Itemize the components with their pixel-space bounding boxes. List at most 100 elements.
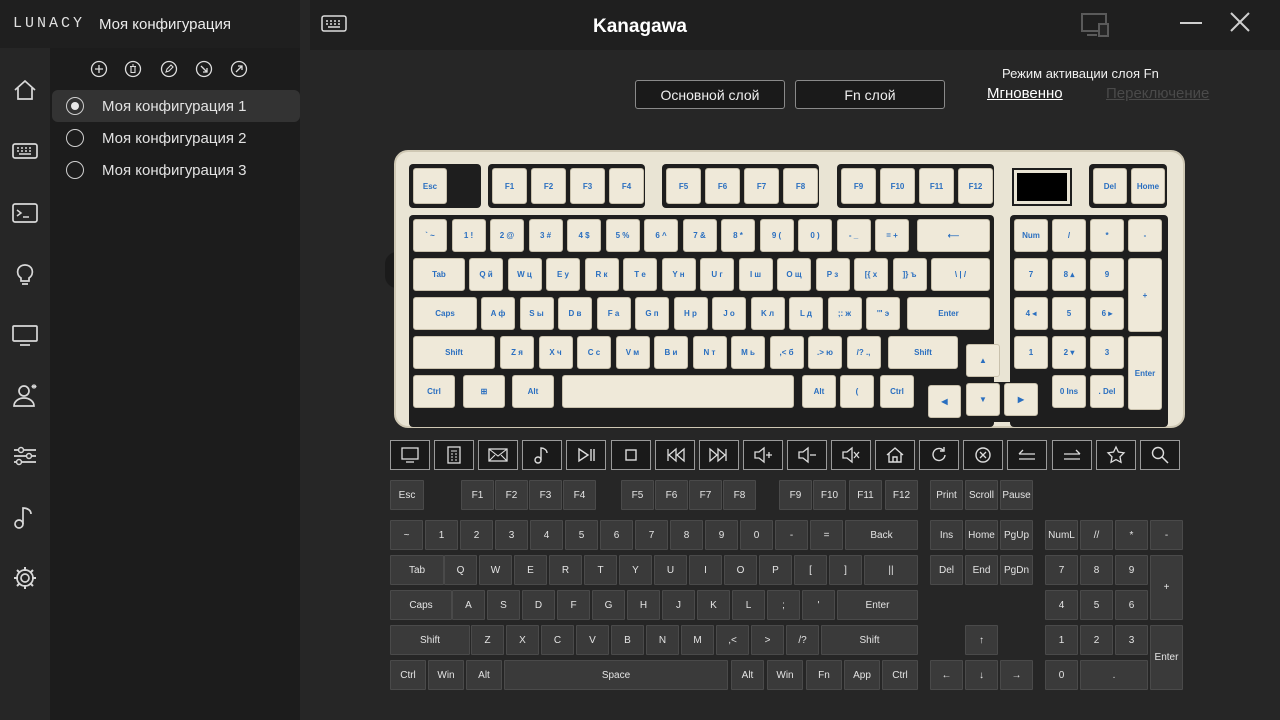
virtual-key[interactable]: 5 [1052,297,1086,330]
standard-key[interactable]: Win [428,660,464,690]
virtual-key[interactable]: Q й [469,258,503,291]
virtual-key[interactable]: M ь [731,336,765,369]
gear-icon[interactable] [10,563,40,593]
standard-key[interactable]: ~ [390,520,423,550]
virtual-key[interactable]: Alt [512,375,554,408]
export-config-icon[interactable] [230,60,248,78]
standard-key[interactable]: ' [802,590,835,620]
standard-key[interactable]: F2 [495,480,528,510]
virtual-key[interactable]: V м [615,336,650,369]
virtual-key[interactable]: L д [789,297,823,330]
virtual-key[interactable]: 9 ( [759,219,794,252]
standard-key[interactable]: 6 [600,520,633,550]
virtual-key[interactable]: 2 @ [490,219,524,252]
virtual-key[interactable]: I ш [738,258,773,291]
standard-key[interactable]: 9 [1115,555,1148,585]
standard-key[interactable]: PgUp [1000,520,1033,550]
standard-key[interactable]: ] [829,555,862,585]
home-icon[interactable] [875,440,916,470]
standard-key[interactable]: NumL [1045,520,1078,550]
standard-key[interactable]: ← [930,660,963,690]
virtual-key[interactable]: 3 # [528,219,563,252]
standard-key[interactable]: F3 [529,480,562,510]
virtual-key[interactable]: = + [875,219,909,252]
standard-key[interactable]: F6 [655,480,688,510]
standard-key[interactable]: Esc [390,480,424,510]
virtual-key[interactable]: 3 [1090,336,1124,369]
standard-key[interactable]: Back [845,520,918,550]
virtual-key[interactable]: F а [596,297,631,330]
standard-key[interactable]: Enter [837,590,918,620]
standard-key[interactable]: F10 [813,480,846,510]
standard-key[interactable]: + [1150,555,1183,620]
delete-config-icon[interactable] [124,60,142,78]
play-pause-icon[interactable] [566,440,607,470]
forward-icon[interactable] [1051,440,1092,470]
standard-key[interactable]: End [965,555,998,585]
volume-down-icon[interactable] [786,440,827,470]
standard-key[interactable]: 5 [565,520,598,550]
config-item[interactable]: Моя конфигурация 3 [52,154,300,186]
minimize-button[interactable] [1180,22,1202,24]
virtual-key[interactable]: F6 [705,168,740,204]
virtual-key[interactable]: ⟵ [917,219,990,252]
volume-up-icon[interactable] [742,440,783,470]
virtual-key[interactable]: '" э [866,297,900,330]
standard-key[interactable]: // [1080,520,1113,550]
standard-key[interactable]: 5 [1080,590,1113,620]
virtual-key[interactable]: B и [654,336,688,369]
base-layer-button[interactable]: Основной слой [635,80,785,109]
config-radio[interactable] [66,161,84,179]
standard-key[interactable]: K [697,590,730,620]
virtual-key[interactable]: /? ., [846,336,881,369]
virtual-key[interactable]: F7 [744,168,779,204]
virtual-key[interactable]: S ы [519,297,554,330]
virtual-key[interactable]: D в [558,297,592,330]
virtual-key[interactable]: Y н [661,258,696,291]
virtual-key[interactable]: \ | / [931,258,990,291]
standard-key[interactable]: F4 [563,480,596,510]
virtual-key[interactable]: Enter [1128,336,1162,410]
standard-key[interactable]: 3 [1115,625,1148,655]
standard-key[interactable]: L [732,590,765,620]
add-config-icon[interactable] [90,60,108,78]
music-note-icon[interactable] [522,440,563,470]
virtual-key[interactable]: 4 $ [567,219,601,252]
standard-key[interactable]: ↓ [965,660,998,690]
standard-key[interactable]: Ins [930,520,963,550]
standard-key[interactable]: 8 [670,520,703,550]
virtual-key[interactable]: Shift [888,336,958,369]
device-monitor-icon[interactable] [1081,12,1111,38]
standard-key[interactable]: F [557,590,590,620]
standard-key[interactable]: G [592,590,625,620]
virtual-key[interactable]: .> ю [808,336,842,369]
standard-key[interactable]: F7 [689,480,722,510]
standard-key[interactable]: Pause [1000,480,1033,510]
standard-key[interactable]: T [584,555,617,585]
standard-key[interactable]: Print [930,480,963,510]
virtual-key[interactable]: [{ х [854,258,888,291]
monitor-icon[interactable] [390,440,430,470]
virtual-key[interactable]: 2 ▾ [1052,336,1086,369]
virtual-key[interactable]: Num [1014,219,1048,252]
virtual-key[interactable]: 1 ! [451,219,486,252]
standard-key[interactable]: 4 [1045,590,1078,620]
virtual-key[interactable]: Tab [413,258,465,291]
standard-key[interactable]: 1 [1045,625,1078,655]
standard-key[interactable]: Alt [731,660,764,690]
standard-key[interactable]: - [775,520,808,550]
refresh-icon[interactable] [919,440,960,470]
standard-key[interactable]: O [724,555,757,585]
standard-key[interactable]: 0 [740,520,773,550]
virtual-key[interactable]: C с [577,336,611,369]
standard-key[interactable]: Caps [390,590,452,620]
standard-key[interactable]: Shift [821,625,918,655]
virtual-key[interactable]: Shift [413,336,495,369]
standard-key[interactable]: X [506,625,539,655]
virtual-key[interactable]: Ctrl [413,375,455,408]
standard-key[interactable]: F9 [779,480,812,510]
standard-key[interactable]: PgDn [1000,555,1033,585]
standard-key[interactable]: Scroll [965,480,998,510]
standard-key[interactable]: D [522,590,555,620]
standard-key[interactable]: Ctrl [390,660,426,690]
